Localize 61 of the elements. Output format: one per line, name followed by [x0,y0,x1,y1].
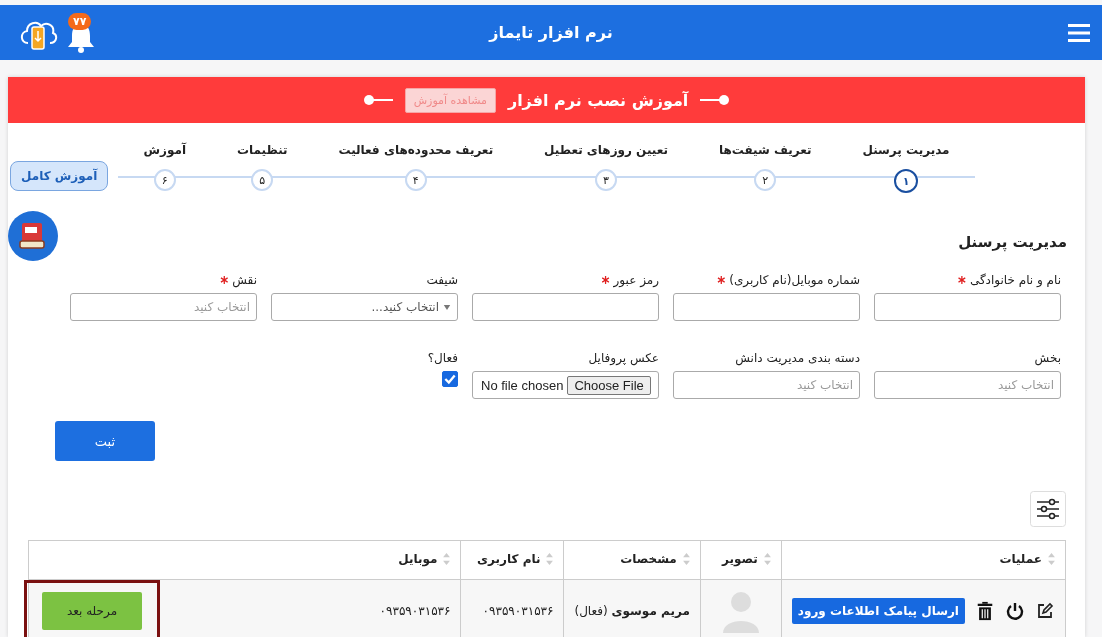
table-cell: ۰۹۳۵۹۰۳۱۵۳۶ [482,604,554,618]
step-label[interactable]: تعریف شیفت‌ها [718,143,812,157]
sort-icon [443,553,451,565]
line-dot-icon [700,94,731,106]
sort-icon [1048,553,1055,565]
field-label: شیفت [426,273,458,287]
filter-sliders-icon[interactable] [1030,491,1066,527]
section-title: مدیریت پرسنل [957,233,1067,251]
caret-icon [443,304,451,310]
step-number[interactable]: ۴ [404,169,427,191]
notification-badge: ۷۷ [68,12,92,30]
step-label[interactable]: مدیریت پرسنل [862,143,950,157]
step-number[interactable]: ۶ [153,169,176,191]
sort-icon [682,553,690,565]
send-sms-button[interactable]: ارسال پیامک اطلاعات ورود [791,598,965,624]
column-header[interactable]: تصویر [700,540,782,580]
banner-title: آموزش نصب نرم افزار [507,90,689,110]
field-label: دسته بندی مدیریت دانش [735,351,860,365]
menu-icon[interactable] [1068,23,1090,42]
line-dot-icon [362,94,393,106]
select-field[interactable]: انتخاب کنید [673,371,860,399]
input-field[interactable] [472,293,659,321]
field-label: عکس پروفایل [588,351,659,365]
field-label: نام و نام خانوادگی [969,273,1061,287]
power-icon[interactable] [1005,601,1025,621]
field-label: نقش [232,273,257,287]
select-field[interactable]: انتخاب کنید [70,293,257,321]
column-header[interactable]: نام کاربری [460,540,564,580]
column-header[interactable]: عملیات [781,540,1066,580]
table-cell: ۰۹۳۵۹۰۳۱۵۳۶ [379,604,451,618]
edit-icon[interactable] [1035,601,1055,621]
tutorial-bubble[interactable]: آموزش کامل [10,161,109,191]
sort-icon [763,553,771,565]
step-label[interactable]: تعریف محدوده‌های فعالیت [338,143,494,157]
step-number[interactable]: ۵ [251,169,274,191]
step-number[interactable]: ۲ [754,169,777,191]
table-cell: مریم موسوی (فعال) [574,604,690,618]
column-header[interactable]: موبایل [28,540,461,580]
file-input[interactable]: No file chosen Choose File [472,371,659,399]
step-label[interactable]: تنظیمات [236,143,288,157]
field-label: شماره موبایل(نام کاربری) [729,273,860,287]
checkbox[interactable] [442,371,458,387]
app-title: نرم افزار تایماز [489,23,613,42]
field-label: بخش [1034,351,1061,365]
select-field[interactable]: انتخاب کنید [874,371,1061,399]
next-step-button[interactable]: مرحله بعد [42,592,142,630]
trash-icon[interactable] [975,601,995,621]
step-label[interactable]: آموزش [143,143,186,157]
field-label: فعال؟ [427,351,458,365]
column-header[interactable]: مشخصات [563,540,701,580]
field-label: رمز عبور [613,273,659,287]
input-field[interactable] [673,293,860,321]
step-number[interactable]: ۱ [894,169,918,193]
submit-button[interactable]: ثبت [55,421,155,461]
dropdown-field[interactable]: انتخاب کنید... [271,293,458,321]
input-field[interactable] [874,293,1061,321]
avatar-silhouette-icon [720,589,761,633]
step-label[interactable]: تعیین روزهای تعطیل [544,143,668,157]
book-icon[interactable] [8,211,58,261]
step-number[interactable]: ۳ [595,169,618,191]
sort-icon [546,553,554,565]
